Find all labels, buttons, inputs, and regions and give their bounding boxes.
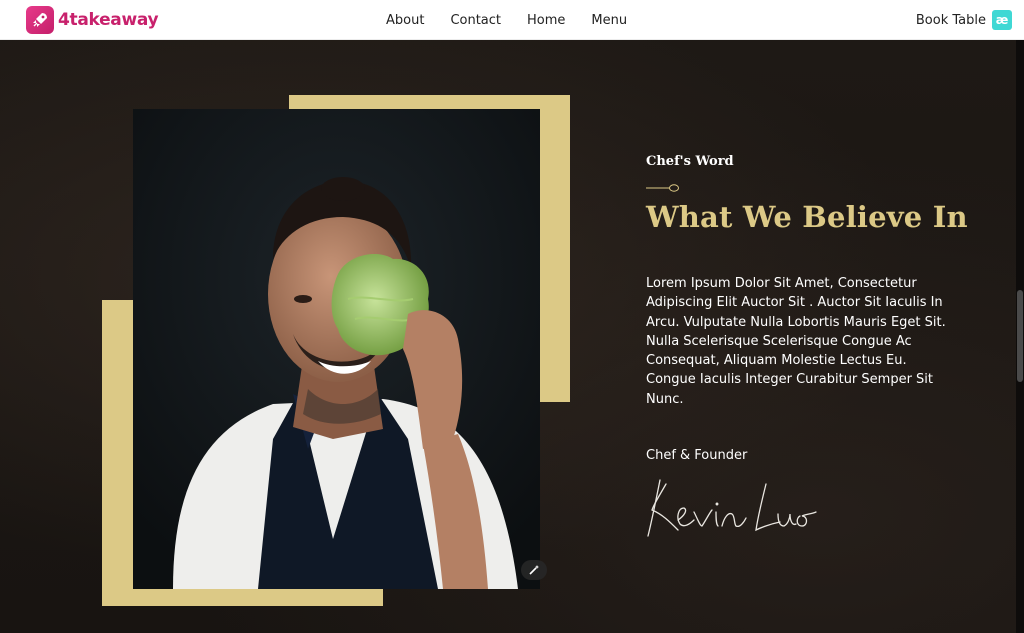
nav-about[interactable]: About <box>386 13 424 28</box>
book-table-button[interactable]: Book Table æ <box>916 0 1012 40</box>
signature-image <box>640 470 820 542</box>
chef-role: Chef & Founder <box>646 448 748 463</box>
page-scrollbar-thumb[interactable] <box>1017 290 1023 382</box>
top-navbar: 4takeaway About Contact Home Menu Book T… <box>0 0 1024 40</box>
ae-icon[interactable]: æ <box>992 10 1012 30</box>
chef-photo <box>133 109 540 589</box>
book-table-label: Book Table <box>915 12 986 28</box>
nav-contact[interactable]: Contact <box>450 13 501 28</box>
section-headline: What We Believe In <box>646 200 968 234</box>
section-body: Lorem Ipsum Dolor Sit Amet, Consectetur … <box>646 276 946 407</box>
magic-wand-icon[interactable] <box>521 560 547 580</box>
section-eyebrow: Chef's Word <box>646 154 734 169</box>
brand-logo[interactable]: 4takeaway <box>26 4 159 36</box>
nav-home[interactable]: Home <box>527 13 565 28</box>
nav-menu[interactable]: Menu <box>591 13 627 28</box>
main-nav: About Contact Home Menu <box>386 0 653 40</box>
brand-name: 4takeaway <box>58 10 159 30</box>
spoon-divider-icon <box>646 178 680 192</box>
rocket-icon <box>26 6 54 34</box>
